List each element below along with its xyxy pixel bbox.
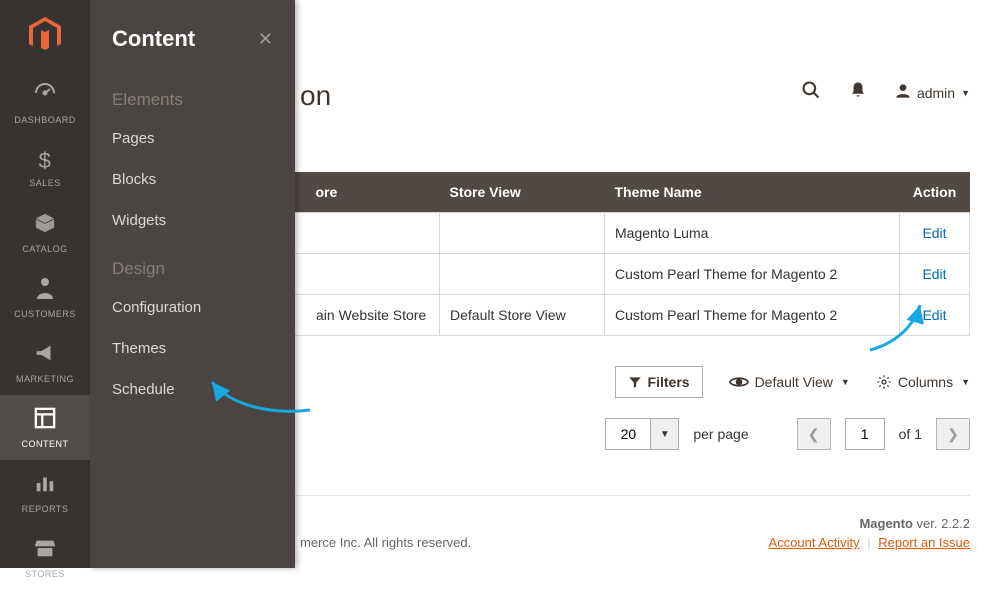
- sidebar-item-customers[interactable]: CUSTOMERS: [0, 265, 90, 330]
- store-icon: [34, 537, 56, 565]
- edit-link[interactable]: Edit: [922, 307, 946, 323]
- edit-link[interactable]: Edit: [922, 266, 946, 282]
- account-activity-link[interactable]: Account Activity: [769, 535, 860, 550]
- next-page-button[interactable]: ❯: [936, 418, 970, 450]
- megaphone-icon: [34, 342, 56, 370]
- bell-icon[interactable]: [849, 80, 867, 106]
- dollar-icon: $: [39, 148, 52, 174]
- sidebar-item-sales[interactable]: $ SALES: [0, 135, 90, 200]
- user-icon: [895, 83, 911, 104]
- th-action: Action: [900, 172, 970, 213]
- left-sidebar: DASHBOARD $ SALES CATALOG CUSTOMERS MARK…: [0, 0, 90, 568]
- chevron-down-icon[interactable]: ▼: [651, 418, 679, 450]
- prev-page-button[interactable]: ❮: [797, 418, 831, 450]
- funnel-icon: [628, 375, 642, 389]
- flyout-link-pages[interactable]: Pages: [90, 118, 295, 159]
- filters-button[interactable]: Filters: [615, 366, 703, 398]
- flyout-link-widgets[interactable]: Widgets: [90, 200, 295, 241]
- chevron-down-icon: ▼: [961, 377, 970, 387]
- edit-link[interactable]: Edit: [922, 225, 946, 241]
- person-icon: [36, 277, 54, 305]
- of-label: of 1: [899, 426, 922, 442]
- per-page-label: per page: [693, 426, 748, 442]
- box-icon: [34, 212, 56, 240]
- chevron-down-icon: ▼: [961, 88, 970, 98]
- sidebar-item-stores[interactable]: STORES: [0, 525, 90, 590]
- per-page-value[interactable]: [605, 418, 651, 450]
- columns-dropdown[interactable]: Columns ▼: [876, 374, 970, 390]
- flyout-link-schedule[interactable]: Schedule: [90, 369, 295, 410]
- flyout-section-design: Design: [90, 241, 295, 287]
- flyout-link-themes[interactable]: Themes: [90, 328, 295, 369]
- chevron-down-icon: ▼: [841, 377, 850, 387]
- sidebar-item-content[interactable]: CONTENT: [0, 395, 90, 460]
- sidebar-item-reports[interactable]: REPORTS: [0, 460, 90, 525]
- layout-icon: [34, 407, 56, 435]
- th-theme-name[interactable]: Theme Name: [605, 172, 900, 213]
- flyout-section-elements: Elements: [90, 72, 295, 118]
- th-store-view[interactable]: Store View: [440, 172, 605, 213]
- gear-icon: [876, 374, 892, 390]
- sidebar-item-marketing[interactable]: MARKETING: [0, 330, 90, 395]
- current-page-input[interactable]: [845, 418, 885, 450]
- sidebar-item-dashboard[interactable]: DASHBOARD: [0, 70, 90, 135]
- flyout-link-blocks[interactable]: Blocks: [90, 159, 295, 200]
- per-page-select[interactable]: ▼: [605, 418, 679, 450]
- flyout-link-configuration[interactable]: Configuration: [90, 287, 295, 328]
- search-icon[interactable]: [801, 80, 821, 106]
- content-flyout: Content ✕ Elements Pages Blocks Widgets …: [90, 0, 295, 568]
- user-menu[interactable]: admin ▼: [895, 83, 970, 104]
- dashboard-icon: [33, 81, 57, 111]
- close-icon[interactable]: ✕: [258, 29, 273, 50]
- magento-logo[interactable]: [0, 0, 90, 70]
- eye-icon: [729, 375, 749, 389]
- default-view-dropdown[interactable]: Default View ▼: [729, 374, 850, 390]
- sidebar-item-catalog[interactable]: CATALOG: [0, 200, 90, 265]
- flyout-title: Content: [112, 26, 195, 52]
- report-issue-link[interactable]: Report an Issue: [878, 535, 970, 550]
- bars-icon: [34, 472, 56, 500]
- user-name: admin: [917, 85, 955, 101]
